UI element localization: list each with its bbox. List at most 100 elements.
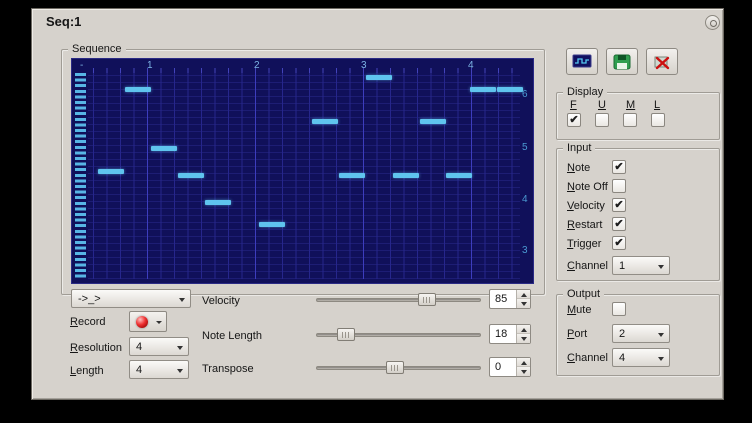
note-checkbox[interactable]: ✔ bbox=[612, 160, 626, 174]
resolution-select[interactable]: 4 bbox=[129, 337, 189, 356]
output-channel-value: 4 bbox=[619, 351, 625, 365]
velocity-spinbox[interactable]: 85 bbox=[489, 289, 531, 309]
input-channel-label: Channel bbox=[567, 259, 608, 273]
transpose-label: Transpose bbox=[202, 362, 254, 376]
note-bar[interactable] bbox=[98, 169, 124, 174]
window-float-button[interactable] bbox=[705, 15, 720, 30]
screen: Seq:1 Sequence - 1 2 3 4 6 5 4 3 bbox=[0, 0, 752, 423]
spin-down-button[interactable] bbox=[517, 333, 530, 343]
arrow-down-icon bbox=[521, 302, 527, 306]
spin-buttons bbox=[516, 325, 530, 343]
arrow-up-icon bbox=[521, 361, 527, 365]
note-label: Note bbox=[567, 161, 590, 175]
velocity-label: Velocity bbox=[202, 294, 240, 308]
chevron-down-icon bbox=[658, 265, 664, 269]
note-bar[interactable] bbox=[312, 119, 338, 124]
check-icon: ✔ bbox=[568, 114, 580, 126]
display-u-checkbox[interactable] bbox=[595, 113, 609, 127]
delete-x-icon bbox=[653, 54, 671, 70]
output-group-label: Output bbox=[563, 287, 604, 301]
note-bar[interactable] bbox=[470, 87, 496, 92]
port-select[interactable]: 2 bbox=[612, 324, 670, 343]
input-velocity-checkbox[interactable]: ✔ bbox=[612, 198, 626, 212]
note-bar[interactable] bbox=[366, 75, 392, 80]
delete-button[interactable] bbox=[646, 48, 678, 75]
show-sequence-button[interactable] bbox=[566, 48, 598, 75]
chevron-down-icon bbox=[177, 346, 183, 350]
length-value: 4 bbox=[136, 363, 142, 377]
transpose-slider[interactable] bbox=[316, 360, 481, 376]
input-channel-select[interactable]: 1 bbox=[612, 256, 670, 275]
display-l-label: L bbox=[654, 98, 660, 112]
trigger-checkbox[interactable]: ✔ bbox=[612, 236, 626, 250]
loop-mode-select[interactable]: ->_> bbox=[71, 289, 191, 308]
resolution-label: Resolution bbox=[70, 341, 122, 355]
display-l-checkbox[interactable] bbox=[651, 113, 665, 127]
note-bar[interactable] bbox=[420, 119, 446, 124]
output-channel-select[interactable]: 4 bbox=[612, 348, 670, 367]
transpose-spinbox[interactable]: 0 bbox=[489, 357, 531, 377]
mute-checkbox[interactable] bbox=[612, 302, 626, 316]
loop-mode-value: ->_> bbox=[78, 292, 101, 306]
record-button[interactable] bbox=[129, 311, 167, 332]
input-channel-value: 1 bbox=[619, 259, 625, 273]
port-value: 2 bbox=[619, 327, 625, 341]
display-m-checkbox[interactable] bbox=[623, 113, 637, 127]
sequence-group: Sequence - 1 2 3 4 6 5 4 3 bbox=[61, 49, 545, 295]
velocity-slider-handle[interactable] bbox=[418, 293, 436, 306]
chevron-down-icon bbox=[179, 298, 185, 302]
float-window-icon bbox=[710, 20, 717, 27]
length-label: Length bbox=[70, 364, 104, 378]
note-bar[interactable] bbox=[446, 173, 472, 178]
note-length-value: 18 bbox=[495, 328, 507, 341]
sequence-screen-icon bbox=[572, 54, 592, 70]
spin-buttons bbox=[516, 358, 530, 376]
note-bar[interactable] bbox=[393, 173, 419, 178]
input-group-label: Input bbox=[563, 141, 595, 155]
save-disk-icon bbox=[613, 54, 631, 70]
resolution-value: 4 bbox=[136, 340, 142, 354]
arrow-up-icon bbox=[521, 293, 527, 297]
note-bar[interactable] bbox=[339, 173, 365, 178]
display-f-checkbox[interactable]: ✔ bbox=[567, 113, 581, 127]
trigger-label: Trigger bbox=[567, 237, 601, 251]
note-length-spinbox[interactable]: 18 bbox=[489, 324, 531, 344]
record-icon bbox=[136, 316, 148, 328]
arrow-down-icon bbox=[521, 370, 527, 374]
mute-label: Mute bbox=[567, 303, 591, 317]
spin-down-button[interactable] bbox=[517, 366, 530, 376]
chevron-down-icon bbox=[658, 357, 664, 361]
output-group: Output Mute Port 2 Channel 4 bbox=[556, 294, 720, 376]
port-label: Port bbox=[567, 327, 587, 341]
transpose-slider-handle[interactable] bbox=[386, 361, 404, 374]
note-bar[interactable] bbox=[259, 222, 285, 227]
check-icon: ✔ bbox=[613, 218, 625, 230]
check-icon: ✔ bbox=[613, 161, 625, 173]
display-group: Display F U M L ✔ bbox=[556, 92, 720, 140]
arrow-up-icon bbox=[521, 328, 527, 332]
slider-groove bbox=[316, 298, 481, 302]
velocity-value: 85 bbox=[495, 293, 507, 306]
note-length-label: Note Length bbox=[202, 329, 262, 343]
restart-label: Restart bbox=[567, 218, 602, 232]
note-off-checkbox[interactable] bbox=[612, 179, 626, 193]
note-off-label: Note Off bbox=[567, 180, 608, 194]
note-layer bbox=[72, 59, 533, 283]
transpose-value: 0 bbox=[495, 361, 501, 374]
chevron-down-icon bbox=[658, 333, 664, 337]
note-bar[interactable] bbox=[178, 173, 204, 178]
sequence-grid[interactable]: - 1 2 3 4 6 5 4 3 bbox=[71, 58, 534, 284]
note-bar[interactable] bbox=[125, 87, 151, 92]
note-length-slider-handle[interactable] bbox=[337, 328, 355, 341]
length-select[interactable]: 4 bbox=[129, 360, 189, 379]
note-length-slider[interactable] bbox=[316, 327, 481, 343]
display-f-label: F bbox=[570, 98, 577, 112]
note-bar[interactable] bbox=[205, 200, 231, 205]
chevron-down-icon bbox=[156, 321, 162, 324]
save-button[interactable] bbox=[606, 48, 638, 75]
note-bar[interactable] bbox=[497, 87, 523, 92]
restart-checkbox[interactable]: ✔ bbox=[612, 217, 626, 231]
note-bar[interactable] bbox=[151, 146, 177, 151]
spin-down-button[interactable] bbox=[517, 298, 530, 308]
velocity-slider[interactable] bbox=[316, 292, 481, 308]
